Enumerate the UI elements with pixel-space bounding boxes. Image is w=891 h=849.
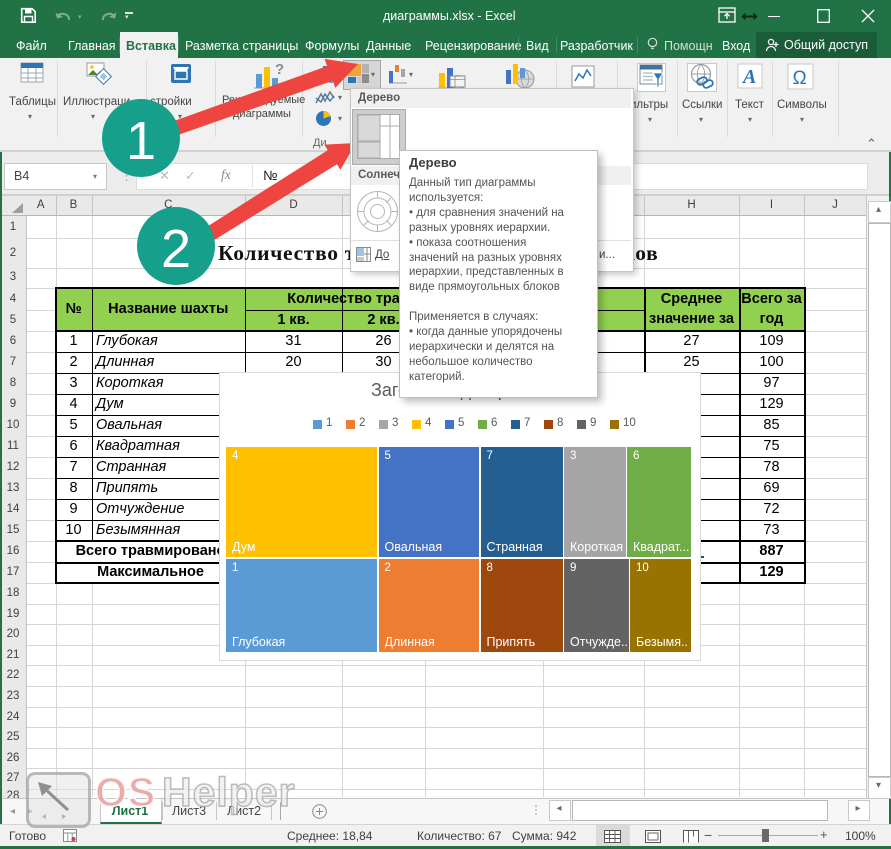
svg-text:1: 1 bbox=[126, 111, 156, 171]
svg-text:2: 2 bbox=[161, 219, 191, 279]
